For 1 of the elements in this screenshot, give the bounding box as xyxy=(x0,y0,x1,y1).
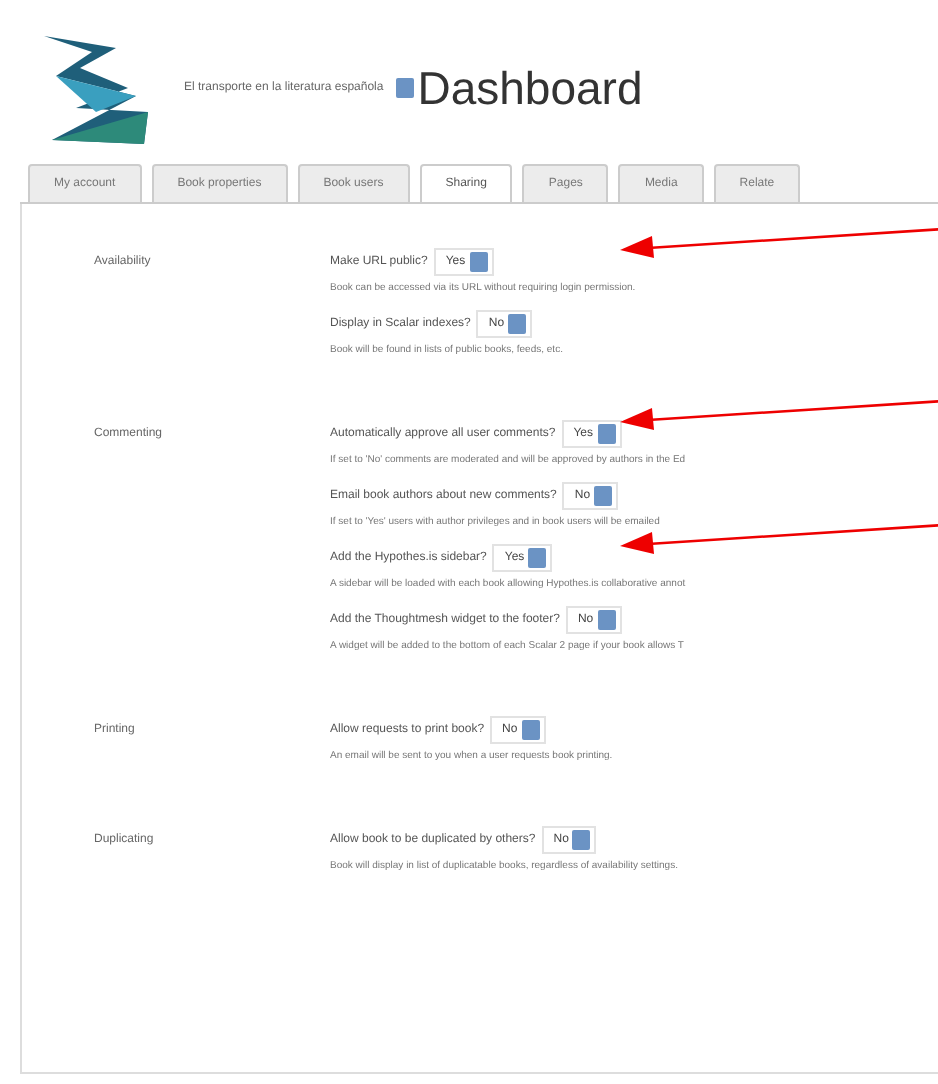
page-heading: Dashboard xyxy=(417,61,643,115)
